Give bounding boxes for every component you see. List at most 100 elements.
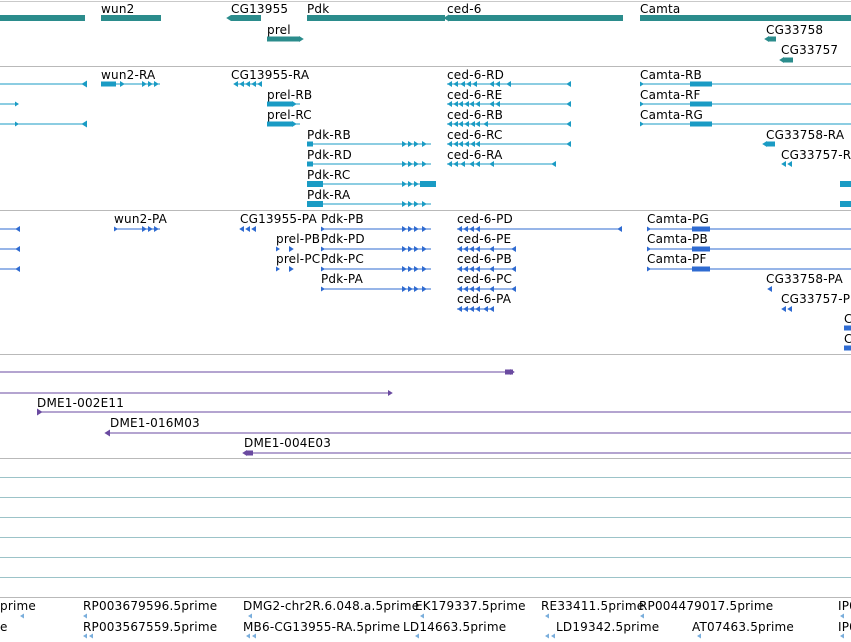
strand-arrow-left[interactable] (545, 633, 549, 639)
exon-block[interactable] (247, 450, 253, 456)
strand-arrow-left[interactable] (447, 141, 452, 147)
strand-arrow-right[interactable] (414, 286, 419, 292)
strand-arrow-left[interactable] (495, 81, 500, 87)
strand-arrow-right[interactable] (640, 101, 644, 107)
exon-block[interactable] (690, 121, 712, 127)
strand-arrow-left[interactable] (469, 226, 474, 232)
strand-arrow-right[interactable] (402, 201, 407, 207)
strand-arrow-right[interactable] (321, 226, 325, 232)
strand-arrow-right[interactable] (422, 266, 427, 272)
strand-arrow-left[interactable] (475, 246, 480, 252)
strand-arrow-left[interactable] (767, 286, 772, 292)
strand-arrow-left[interactable] (495, 101, 500, 107)
strand-arrow-left[interactable] (447, 81, 452, 87)
strand-arrow-right[interactable] (422, 226, 427, 232)
strand-arrow-left[interactable] (248, 613, 252, 619)
strand-arrow-left[interactable] (545, 613, 549, 619)
strand-arrow-left[interactable] (697, 633, 701, 639)
exon-block[interactable] (307, 201, 323, 207)
strand-arrow-left[interactable] (15, 246, 20, 252)
exon-block[interactable] (692, 246, 710, 252)
strand-arrow-left[interactable] (81, 80, 87, 88)
strand-arrow-right[interactable] (422, 201, 427, 207)
exon-block[interactable] (420, 181, 436, 187)
strand-arrow-left[interactable] (453, 141, 458, 147)
strand-arrow-left[interactable] (475, 226, 480, 232)
strand-arrow-right[interactable] (37, 408, 43, 416)
strand-arrow-left[interactable] (460, 161, 465, 167)
strand-arrow-right[interactable] (402, 226, 407, 232)
strand-arrow-left[interactable] (840, 633, 844, 639)
strand-arrow-left[interactable] (566, 121, 571, 127)
exon-block[interactable] (101, 81, 116, 87)
exon-block[interactable] (307, 161, 313, 167)
strand-arrow-left[interactable] (475, 121, 480, 127)
strand-arrow-left[interactable] (463, 246, 468, 252)
gene-bar[interactable] (784, 57, 793, 63)
strand-arrow-right[interactable] (408, 161, 413, 167)
strand-arrow-right[interactable] (422, 246, 427, 252)
strand-arrow-left[interactable] (453, 101, 458, 107)
strand-arrow-left[interactable] (460, 81, 465, 87)
strand-arrow-left[interactable] (245, 226, 250, 232)
exon-block[interactable] (690, 101, 712, 107)
strand-arrow-left[interactable] (447, 121, 452, 127)
strand-arrow-left[interactable] (779, 57, 784, 63)
strand-arrow-right[interactable] (289, 246, 294, 252)
strand-arrow-right[interactable] (647, 226, 651, 232)
strand-arrow-left[interactable] (81, 120, 87, 128)
strand-arrow-left[interactable] (457, 226, 462, 232)
strand-arrow-left[interactable] (475, 101, 480, 107)
strand-arrow-left[interactable] (483, 121, 488, 127)
exon-block[interactable] (767, 141, 775, 147)
strand-arrow-left[interactable] (457, 266, 462, 272)
gene-bar[interactable] (101, 15, 161, 21)
strand-arrow-right[interactable] (408, 266, 413, 272)
exon-block[interactable] (692, 266, 710, 272)
strand-arrow-right[interactable] (402, 181, 407, 187)
exon-block[interactable] (844, 325, 851, 331)
strand-arrow-left[interactable] (415, 633, 419, 639)
strand-arrow-right[interactable] (647, 266, 651, 272)
strand-arrow-left[interactable] (457, 246, 462, 252)
strand-arrow-left[interactable] (466, 81, 471, 87)
strand-arrow-left[interactable] (787, 161, 792, 167)
strand-arrow-left[interactable] (463, 226, 468, 232)
strand-arrow-left[interactable] (781, 306, 786, 312)
exon-block[interactable] (692, 226, 710, 232)
strand-arrow-right[interactable] (408, 286, 413, 292)
gene-bar[interactable] (267, 36, 299, 42)
strand-arrow-left[interactable] (104, 429, 110, 437)
strand-arrow-left[interactable] (551, 633, 555, 639)
strand-arrow-right[interactable] (276, 246, 280, 252)
strand-arrow-left[interactable] (506, 81, 511, 87)
strand-arrow-right[interactable] (289, 266, 294, 272)
strand-arrow-left[interactable] (464, 101, 469, 107)
exon-block[interactable] (307, 141, 313, 147)
strand-arrow-right[interactable] (408, 201, 413, 207)
strand-arrow-left[interactable] (640, 613, 644, 619)
strand-arrow-right[interactable] (422, 161, 427, 167)
strand-arrow-right[interactable] (402, 161, 407, 167)
strand-arrow-left[interactable] (469, 286, 474, 292)
strand-arrow-left[interactable] (566, 81, 571, 87)
strand-arrow-left[interactable] (463, 286, 468, 292)
strand-arrow-right[interactable] (321, 266, 325, 272)
strand-arrow-left[interactable] (617, 226, 622, 232)
strand-arrow-left[interactable] (472, 81, 477, 87)
strand-arrow-left[interactable] (447, 101, 452, 107)
strand-arrow-left[interactable] (489, 81, 494, 87)
strand-arrow-left[interactable] (511, 246, 516, 252)
strand-arrow-right[interactable] (408, 141, 413, 147)
strand-arrow-left[interactable] (762, 141, 767, 147)
strand-arrow-left[interactable] (464, 141, 469, 147)
strand-arrow-right[interactable] (321, 286, 325, 292)
strand-arrow-right[interactable] (402, 246, 407, 252)
strand-arrow-right[interactable] (15, 121, 19, 127)
strand-arrow-left[interactable] (251, 226, 256, 232)
strand-arrow-left[interactable] (475, 286, 480, 292)
exon-block[interactable] (844, 345, 851, 351)
gene-bar[interactable] (0, 15, 85, 21)
strand-arrow-right[interactable] (402, 266, 407, 272)
strand-arrow-right[interactable] (414, 266, 419, 272)
